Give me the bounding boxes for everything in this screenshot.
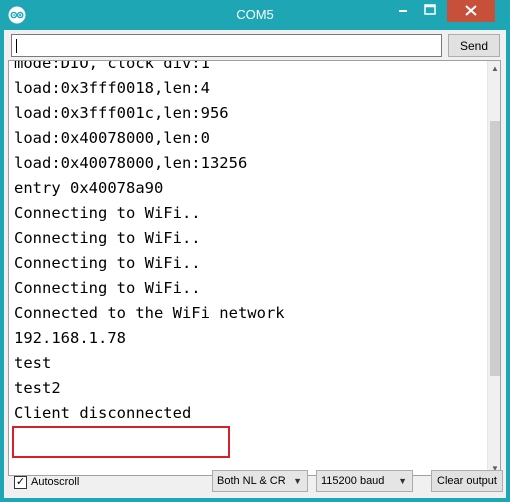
serial-monitor-content: Send mode:DIO, clock div:1 load:0x3fff001… xyxy=(4,30,506,498)
scroll-up-arrow-icon[interactable]: ▲ xyxy=(488,61,500,75)
autoscroll-checkbox[interactable]: ✓ Autoscroll xyxy=(14,474,79,490)
output-line: mode:DIO, clock div:1 xyxy=(14,60,210,72)
output-line: load:0x40078000,len:0 xyxy=(14,129,210,147)
output-line: Connecting to WiFi.. xyxy=(14,229,201,247)
output-line: 192.168.1.78 xyxy=(14,329,126,347)
baud-rate-value: 115200 baud xyxy=(321,475,385,487)
text-caret xyxy=(16,39,17,53)
minimize-button[interactable] xyxy=(391,0,415,22)
maximize-icon xyxy=(424,4,436,15)
output-line: entry 0x40078a90 xyxy=(14,179,164,197)
clear-output-button[interactable]: Clear output xyxy=(431,470,503,492)
serial-output[interactable]: mode:DIO, clock div:1 load:0x3fff0018,len… xyxy=(8,60,501,476)
autoscroll-label: Autoscroll xyxy=(31,476,80,488)
output-line: test xyxy=(14,354,52,372)
baud-rate-select[interactable]: 115200 baud ▼ xyxy=(316,470,413,492)
vertical-scrollbar[interactable]: ▲ ▼ xyxy=(487,61,500,475)
chevron-down-icon: ▼ xyxy=(398,476,407,486)
output-line: test2 xyxy=(14,379,61,397)
line-ending-value: Both NL & CR xyxy=(217,475,286,487)
output-line: load:0x3fff001c,len:956 xyxy=(14,104,229,122)
output-line: load:0x3fff0018,len:4 xyxy=(14,79,210,97)
close-button[interactable] xyxy=(447,0,495,22)
output-line: Client disconnected xyxy=(14,404,192,422)
highlight-annotation xyxy=(12,426,230,458)
line-ending-select[interactable]: Both NL & CR ▼ xyxy=(212,470,308,492)
scrollbar-thumb[interactable] xyxy=(490,120,500,376)
title-bar[interactable]: COM5 xyxy=(0,0,510,30)
checkbox-check-icon[interactable]: ✓ xyxy=(14,475,27,489)
chevron-down-icon: ▼ xyxy=(293,476,302,486)
serial-monitor-window: COM5 Send mode:DIO, clock div:1 load:0x3f… xyxy=(0,0,510,502)
send-button[interactable]: Send xyxy=(448,34,500,57)
close-icon xyxy=(465,5,477,16)
maximize-button[interactable] xyxy=(418,0,442,22)
output-line: load:0x40078000,len:13256 xyxy=(14,154,248,172)
output-line: Connected to the WiFi network xyxy=(14,304,285,322)
output-line: Connecting to WiFi.. xyxy=(14,204,201,222)
output-line: Connecting to WiFi.. xyxy=(14,254,201,272)
output-lines: mode:DIO, clock div:1 load:0x3fff0018,len… xyxy=(14,60,285,426)
send-input[interactable] xyxy=(11,34,442,57)
output-line: Connecting to WiFi.. xyxy=(14,279,201,297)
minimize-icon xyxy=(399,10,407,12)
